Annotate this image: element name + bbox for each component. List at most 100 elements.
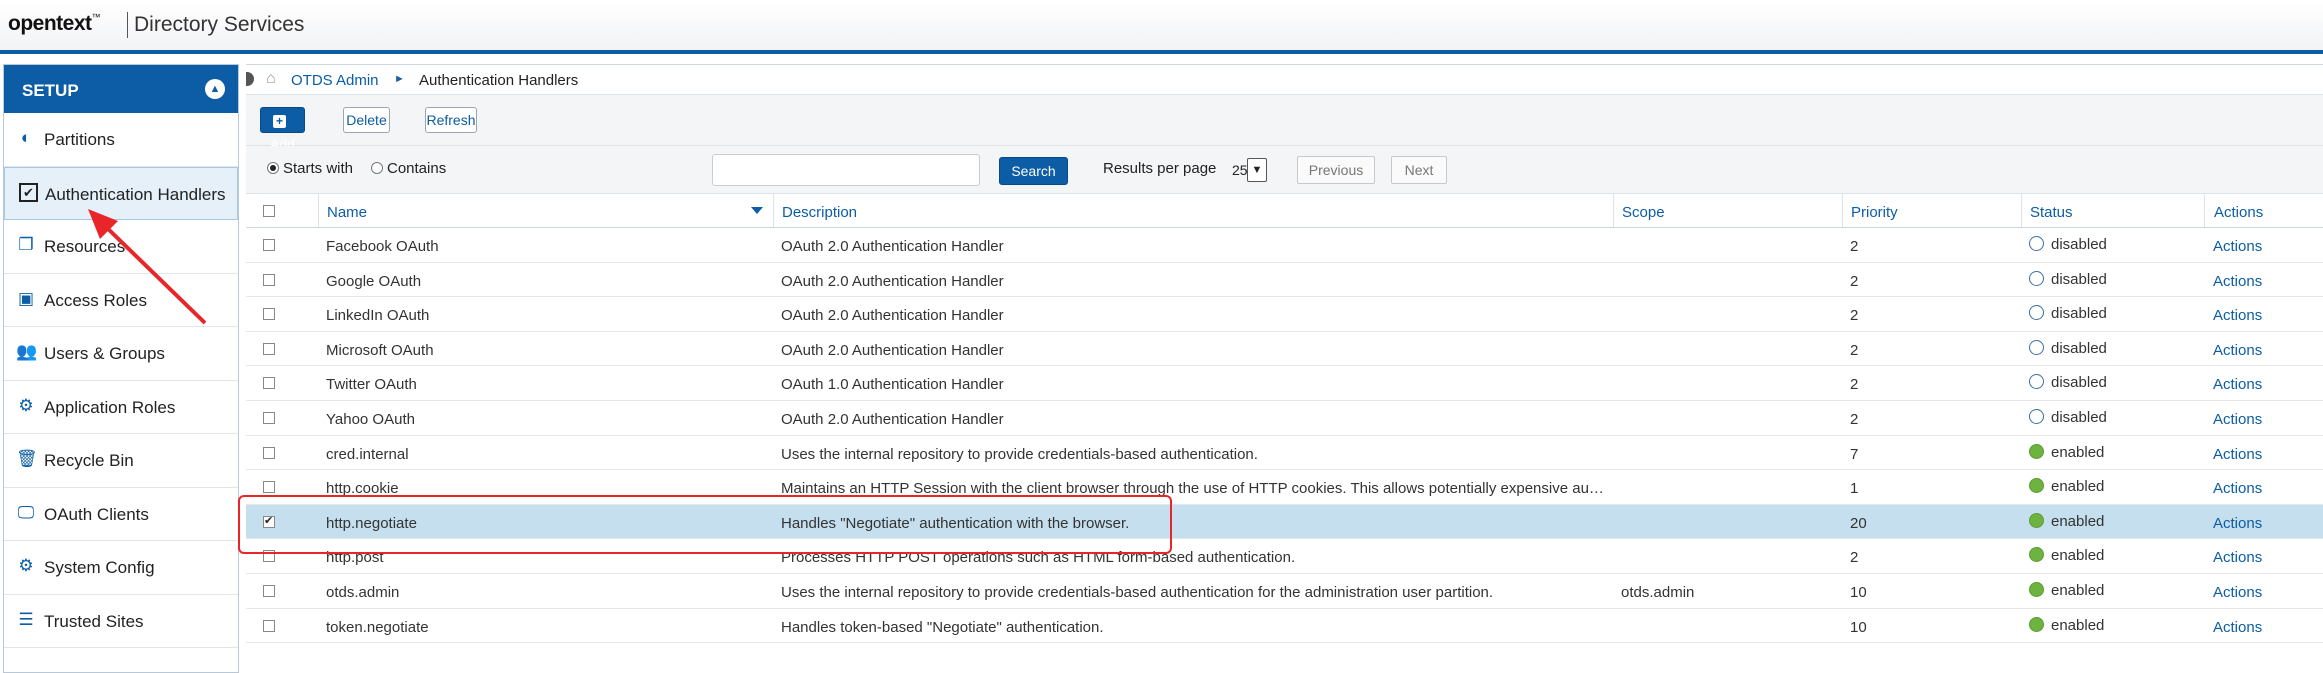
sort-desc-icon[interactable] (751, 207, 763, 214)
filter-bar: Starts with Contains Search Results per … (246, 146, 2323, 194)
row-checkbox[interactable] (263, 619, 275, 632)
setup-title: SETUP (22, 81, 79, 100)
sidebar-item-users[interactable]: 👥 Users & Groups (4, 327, 238, 381)
sidebar-item-gear[interactable]: ⚙ Application Roles (4, 381, 238, 434)
col-actions: Actions (2204, 194, 2323, 227)
table-body: Facebook OAuth OAuth 2.0 Authentication H… (246, 228, 2323, 644)
handler-name: Facebook OAuth (326, 238, 439, 255)
opentext-logo[interactable]: opentext™ (8, 12, 100, 36)
handler-priority: 2 (1850, 410, 1859, 428)
table-row[interactable]: otds.admin Uses the internal repository t… (246, 574, 2323, 609)
status-text: disabled (2051, 374, 2107, 392)
setup-header[interactable]: SETUP ▲ (4, 65, 238, 113)
resources-icon: ❐ (18, 235, 34, 254)
sidebar-item-label: OAuth Clients (44, 504, 149, 524)
actions-link[interactable]: Actions (2213, 307, 2313, 324)
search-input[interactable] (712, 154, 980, 186)
search-button[interactable]: Search (999, 157, 1068, 185)
sidebar-item-list[interactable]: ☰ Trusted Sites (4, 595, 238, 648)
table-row[interactable]: token.negotiate Handles token-based "Nego… (246, 609, 2323, 644)
handler-description: OAuth 2.0 Authentication Handler (781, 307, 1004, 325)
enabled-status-icon (2029, 443, 2044, 459)
refresh-button[interactable]: Refresh (425, 107, 477, 133)
row-checkbox[interactable] (263, 377, 275, 390)
col-scope[interactable]: Scope (1613, 194, 1842, 227)
actions-link[interactable]: Actions (2213, 273, 2313, 290)
col-description[interactable]: Description (773, 194, 1613, 227)
handler-status: disabled (2029, 236, 2199, 253)
handler-description: OAuth 2.0 Authentication Handler (781, 238, 1004, 255)
table-row[interactable]: cred.internal Uses the internal repositor… (246, 436, 2323, 471)
breadcrumb-otds-admin[interactable]: OTDS Admin (291, 72, 379, 89)
actions-link[interactable]: Actions (2213, 549, 2313, 566)
status-text: enabled (2051, 547, 2105, 565)
home-icon[interactable]: ⌂ (266, 70, 276, 88)
starts-with-radio[interactable] (267, 162, 279, 174)
enabled-status-icon (2029, 512, 2044, 528)
row-checkbox[interactable] (263, 584, 275, 597)
results-per-page-select[interactable]: 25 ▼ (1232, 158, 1280, 184)
row-checkbox[interactable] (263, 481, 275, 494)
handler-description: OAuth 2.0 Authentication Handler (781, 272, 1004, 290)
handler-status: disabled (2029, 270, 2199, 288)
table-row[interactable]: Twitter OAuth OAuth 1.0 Authentication Ha… (246, 366, 2323, 401)
partitions-icon: ◐ (20, 128, 32, 147)
next-button[interactable]: Next (1391, 156, 1447, 184)
actions-link[interactable]: Actions (2213, 238, 2313, 255)
handler-status: disabled (2029, 305, 2199, 322)
sidebar-item-partitions[interactable]: ◐ Partitions (4, 113, 238, 167)
product-title: Directory Services (134, 13, 305, 36)
previous-button[interactable]: Previous (1297, 156, 1375, 184)
table-row[interactable]: Google OAuth OAuth 2.0 Authentication Han… (246, 263, 2323, 298)
enabled-status-icon (2029, 581, 2044, 597)
status-text: disabled (2051, 270, 2107, 288)
actions-link[interactable]: Actions (2213, 480, 2313, 497)
table-row[interactable]: Microsoft OAuth OAuth 2.0 Authentication … (246, 332, 2323, 367)
access-roles-icon: ▣ (17, 288, 35, 308)
actions-link[interactable]: Actions (2213, 446, 2313, 463)
actions-link[interactable]: Actions (2213, 342, 2313, 359)
row-checkbox[interactable] (263, 342, 275, 355)
enabled-status-icon (2029, 547, 2044, 563)
row-checkbox[interactable] (263, 308, 275, 321)
users-icon: 👥 (16, 342, 38, 361)
row-checkbox[interactable] (263, 239, 275, 251)
sidebar-item-gears[interactable]: ⚙ System Config (4, 541, 238, 595)
actions-link[interactable]: Actions (2213, 619, 2313, 636)
status-text: disabled (2051, 339, 2107, 357)
table-row[interactable]: LinkedIn OAuth OAuth 2.0 Authentication H… (246, 297, 2323, 332)
sidebar-item-monitor[interactable]: 🖵 OAuth Clients (4, 488, 238, 541)
disabled-status-icon (2029, 236, 2044, 251)
delete-button[interactable]: Delete (343, 107, 390, 133)
handler-name: LinkedIn OAuth (326, 307, 430, 325)
trash-icon: 🗑 (16, 449, 38, 468)
col-name[interactable]: Name (318, 194, 773, 227)
status-text: disabled (2051, 236, 2107, 253)
actions-link[interactable]: Actions (2213, 515, 2313, 532)
breadcrumb-current: Authentication Handlers (419, 72, 579, 89)
col-name-label: Name (327, 204, 368, 221)
row-checkbox[interactable] (263, 273, 275, 286)
actions-link[interactable]: Actions (2213, 411, 2313, 428)
table-row[interactable]: Yahoo OAuth OAuth 2.0 Authentication Hand… (246, 401, 2323, 436)
handler-priority: 2 (1850, 238, 1859, 255)
handler-status: disabled (2029, 339, 2199, 357)
row-checkbox[interactable] (263, 411, 275, 424)
select-all-checkbox[interactable] (263, 205, 275, 217)
actions-link[interactable]: Actions (2213, 376, 2313, 393)
actions-link[interactable]: Actions (2213, 584, 2313, 601)
col-priority[interactable]: Priority (1842, 194, 2021, 227)
table-row[interactable]: Facebook OAuth OAuth 2.0 Authentication H… (246, 228, 2323, 263)
row-checkbox[interactable] (263, 446, 275, 459)
contains-radio[interactable] (371, 162, 383, 174)
disabled-status-icon (2029, 408, 2044, 424)
add-button[interactable]: +Add (260, 107, 305, 152)
handler-priority: 10 (1850, 583, 1867, 601)
col-status[interactable]: Status (2021, 194, 2204, 227)
sidebar-item-label: Users & Groups (44, 344, 165, 363)
collapse-up-icon[interactable]: ▲ (205, 79, 225, 99)
sidebar-item-label: Authentication Handlers (45, 184, 226, 204)
sidebar-toggle-icon[interactable] (246, 72, 254, 86)
sidebar-item-trash[interactable]: 🗑 Recycle Bin (4, 434, 238, 488)
chevron-down-icon[interactable]: ▼ (1247, 158, 1267, 182)
